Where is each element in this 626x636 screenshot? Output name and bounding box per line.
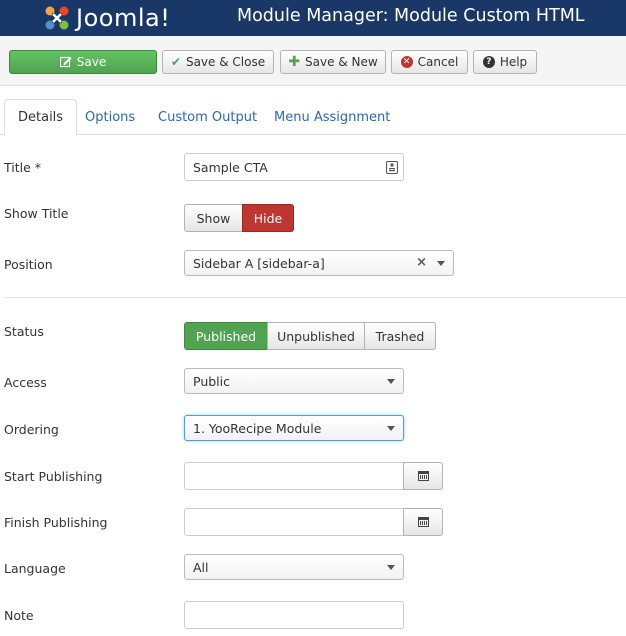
tab-bar: Details Options Custom Output Menu Assig…	[0, 99, 626, 136]
ordering-value: 1. YooRecipe Module	[193, 420, 322, 436]
joomla-logo[interactable]: Joomla!	[42, 2, 170, 34]
joomla-mark-icon	[45, 6, 69, 30]
status-toggle: Published Unpublished Trashed	[184, 322, 436, 350]
note-input[interactable]	[184, 601, 404, 629]
help-label: Help	[499, 55, 528, 69]
language-value: All	[193, 559, 209, 575]
save-close-button[interactable]: ✔ Save & Close	[162, 50, 274, 74]
status-label: Status	[4, 324, 44, 339]
access-label: Access	[4, 375, 47, 390]
help-button[interactable]: ? Help	[473, 50, 537, 74]
show-title-toggle: Show Hide	[184, 204, 294, 232]
plus-icon: ✚	[288, 54, 301, 70]
start-publishing-input[interactable]	[184, 462, 443, 490]
tab-options[interactable]: Options	[72, 99, 148, 135]
finish-publishing-input[interactable]	[184, 508, 443, 536]
start-publishing-label: Start Publishing	[4, 469, 103, 484]
cancel-button[interactable]: ✕ Cancel	[391, 50, 468, 74]
app-header: Joomla! Module Manager: Module Custom HT…	[0, 0, 626, 36]
logo-text: Joomla!	[76, 4, 171, 32]
edit-icon	[59, 56, 72, 68]
chevron-down-icon	[387, 565, 395, 570]
title-value: Sample CTA	[193, 159, 268, 175]
show-title-label: Show Title	[4, 206, 69, 221]
cancel-label: Cancel	[417, 55, 459, 69]
position-select[interactable]: Sidebar A [sidebar-a] ×	[184, 250, 454, 276]
check-icon: ✔	[170, 55, 181, 69]
calendar-icon	[417, 471, 429, 481]
access-value: Public	[193, 373, 230, 389]
ordering-label: Ordering	[4, 422, 59, 437]
language-label: Language	[4, 561, 66, 576]
finish-publishing-label: Finish Publishing	[4, 515, 108, 530]
save-new-label: Save & New	[305, 55, 378, 69]
chevron-down-icon	[437, 261, 445, 266]
ordering-select[interactable]: 1. YooRecipe Module	[184, 415, 404, 441]
chevron-down-icon	[387, 426, 395, 431]
status-published-button[interactable]: Published	[184, 322, 268, 350]
title-label: Title *	[4, 160, 42, 175]
position-value: Sidebar A [sidebar-a]	[193, 255, 325, 271]
calendar-icon	[417, 517, 429, 527]
finish-calendar-button[interactable]	[403, 508, 443, 536]
field-badge-icon	[386, 161, 398, 174]
tab-custom-output[interactable]: Custom Output	[145, 99, 270, 135]
section-divider	[4, 297, 626, 298]
page-title: Module Manager: Module Custom HTML	[237, 6, 585, 26]
start-calendar-button[interactable]	[403, 462, 443, 490]
save-label: Save	[76, 55, 107, 69]
access-select[interactable]: Public	[184, 368, 404, 394]
clear-icon[interactable]: ×	[416, 255, 427, 270]
note-label: Note	[4, 608, 34, 623]
chevron-down-icon	[387, 379, 395, 384]
toolbar: Save ✔ Save & Close ✚ Save & New ✕ Cance…	[0, 36, 626, 86]
show-title-hide-button[interactable]: Hide	[242, 204, 294, 232]
save-close-label: Save & Close	[185, 55, 266, 69]
position-label: Position	[4, 257, 53, 272]
cancel-icon: ✕	[400, 56, 413, 68]
language-select[interactable]: All	[184, 554, 404, 580]
tab-details[interactable]: Details	[4, 99, 78, 136]
status-trashed-button[interactable]: Trashed	[364, 322, 436, 350]
tab-menu-assignment[interactable]: Menu Assignment	[261, 99, 403, 135]
save-button[interactable]: Save	[9, 50, 157, 74]
status-unpublished-button[interactable]: Unpublished	[267, 322, 365, 350]
help-icon: ?	[482, 56, 495, 68]
show-title-show-button[interactable]: Show	[184, 204, 243, 232]
title-input[interactable]: Sample CTA	[184, 153, 404, 181]
save-new-button[interactable]: ✚ Save & New	[280, 50, 386, 74]
